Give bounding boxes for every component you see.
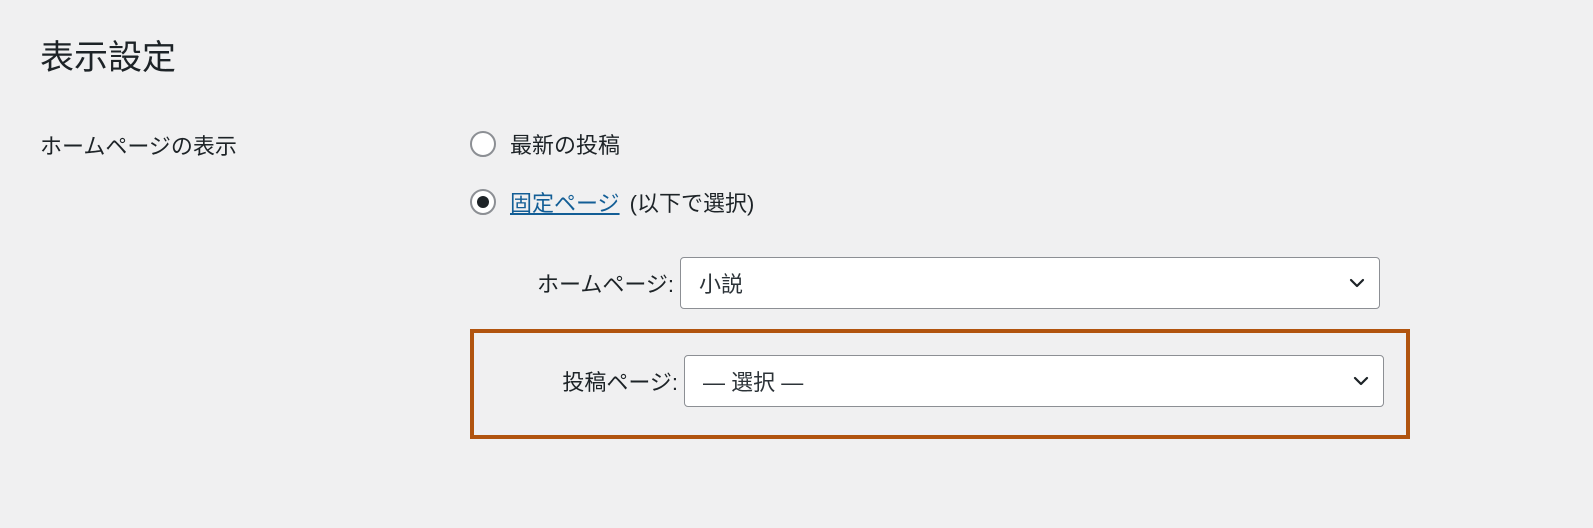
homepage-select[interactable]: 小説 bbox=[680, 257, 1380, 309]
chevron-down-icon bbox=[1351, 371, 1371, 391]
chevron-down-icon bbox=[1347, 273, 1367, 293]
page-title: 表示設定 bbox=[40, 30, 1553, 79]
radio-label-static-page: 固定ページ (以下で選択) bbox=[510, 186, 754, 218]
static-page-link[interactable]: 固定ページ bbox=[510, 191, 620, 216]
posts-page-select-label: 投稿ページ: bbox=[492, 365, 684, 397]
static-page-suffix: (以下で選択) bbox=[624, 191, 755, 216]
homepage-select-label: ホームページ: bbox=[470, 267, 680, 299]
radio-icon bbox=[470, 131, 496, 157]
radio-option-static-page[interactable]: 固定ページ (以下で選択) bbox=[470, 187, 1553, 217]
homepage-display-section-label: ホームページの表示 bbox=[40, 129, 470, 439]
posts-page-select[interactable]: — 選択 — bbox=[684, 355, 1384, 407]
radio-icon bbox=[470, 189, 496, 215]
posts-page-highlight-frame: 投稿ページ: — 選択 — bbox=[470, 329, 1410, 439]
radio-option-latest-posts[interactable]: 最新の投稿 bbox=[470, 129, 1553, 159]
radio-label-latest-posts: 最新の投稿 bbox=[510, 128, 620, 160]
homepage-select-value: 小説 bbox=[699, 267, 743, 299]
posts-page-select-value: — 選択 — bbox=[703, 365, 803, 397]
